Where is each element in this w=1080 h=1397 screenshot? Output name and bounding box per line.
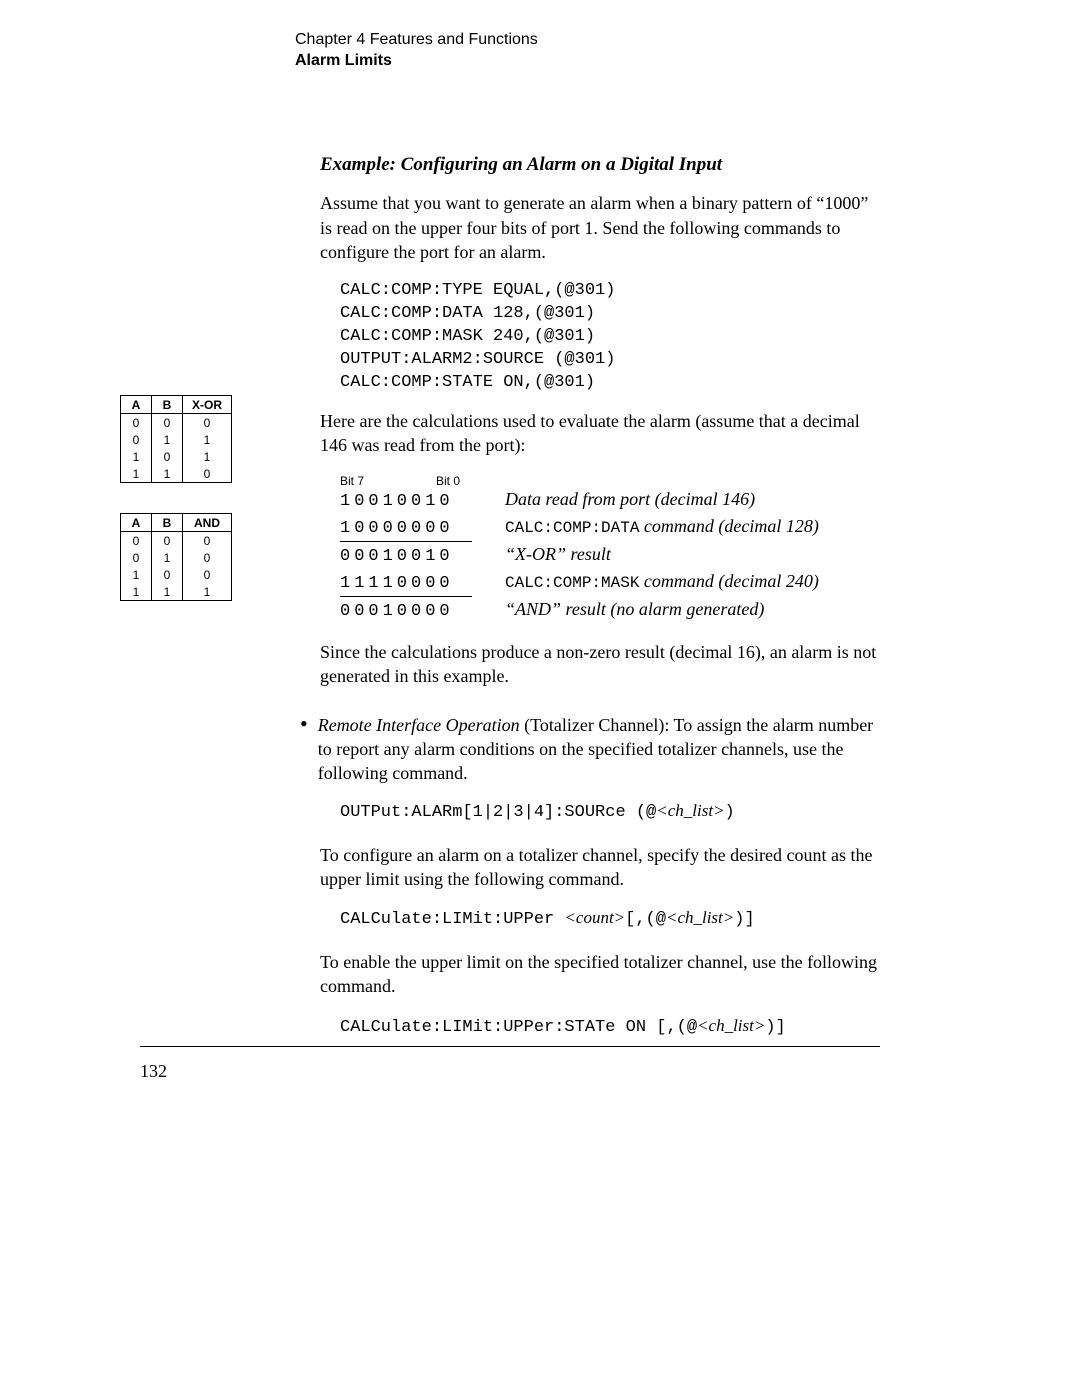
td: 0	[183, 414, 232, 432]
bit-row: 10010010 Data read from port (decimal 14…	[340, 487, 880, 514]
bit-row: 10000000 CALC:COMP:DATA command (decimal…	[340, 514, 880, 541]
bit-desc: “AND” result (no alarm generated)	[505, 597, 764, 621]
footer-rule	[140, 1046, 880, 1047]
example-title: Example: Configuring an Alarm on a Digit…	[320, 152, 880, 178]
calc-intro: Here are the calculations used to evalua…	[320, 409, 880, 458]
code-block-2: OUTPut:ALARm[1|2|3|4]:SOURce (@<ch_list>…	[340, 800, 880, 825]
td: 0	[121, 414, 152, 432]
td: 0	[183, 549, 232, 566]
code-post: )]	[734, 910, 754, 929]
and-table: A B AND 0 0 0 0 1 0 1 0 0 1 1 1	[120, 513, 232, 601]
bit-desc: CALC:COMP:MASK command (decimal 240)	[505, 569, 819, 595]
td: 0	[152, 566, 183, 583]
page: Chapter 4 Features and Functions Alarm L…	[0, 0, 1080, 1397]
code-arg: <ch_list>	[697, 1016, 765, 1035]
bits: 10000000	[340, 518, 505, 541]
bit-calculation: Bit 7 Bit 0 10010010 Data read from port…	[340, 473, 880, 624]
desc-text: command (decimal 128)	[639, 516, 818, 536]
bit0-label: Bit 0	[436, 473, 460, 489]
desc-text: command (decimal 240)	[639, 571, 818, 591]
td: 0	[183, 532, 232, 550]
code-pre: OUTPut:ALARm[1|2|3|4]:SOURce (@	[340, 803, 656, 822]
td: 1	[152, 465, 183, 483]
bits: 00010000	[340, 601, 505, 624]
code-pre: CALCulate:LIMit:UPPer	[340, 910, 564, 929]
td: 1	[121, 448, 152, 465]
td: 1	[152, 431, 183, 448]
page-header: Chapter 4 Features and Functions Alarm L…	[295, 30, 1020, 72]
code-block-3: CALCulate:LIMit:UPPer <count>[,(@<ch_lis…	[340, 907, 880, 932]
para-4: To enable the upper limit on the specifi…	[320, 950, 880, 999]
th: X-OR	[183, 396, 232, 414]
td: 1	[121, 465, 152, 483]
main-content: Example: Configuring an Alarm on a Digit…	[320, 152, 880, 1040]
code-post: )	[725, 803, 735, 822]
td: 1	[183, 583, 232, 601]
bit-labels: Bit 7 Bit 0	[340, 473, 880, 487]
bullet-dot-icon: •	[300, 713, 308, 786]
page-number: 132	[140, 1061, 167, 1082]
bits: 11110000	[340, 573, 505, 596]
chapter-line: Chapter 4 Features and Functions	[295, 30, 1020, 51]
td: 0	[121, 431, 152, 448]
th: B	[152, 396, 183, 414]
td: 1	[121, 583, 152, 601]
intro-paragraph: Assume that you want to generate an alar…	[320, 191, 880, 264]
bit-desc: Data read from port (decimal 146)	[505, 487, 755, 511]
bullet-lead: Remote Interface Operation	[318, 715, 520, 735]
td: 0	[121, 532, 152, 550]
td: 0	[152, 532, 183, 550]
cmd: CALC:COMP:MASK	[505, 574, 639, 592]
td: 0	[152, 414, 183, 432]
code-post: )]	[765, 1018, 785, 1037]
td: 0	[183, 566, 232, 583]
td: 0	[152, 448, 183, 465]
cmd: CALC:COMP:DATA	[505, 519, 639, 537]
bullet-text: Remote Interface Operation (Totalizer Ch…	[318, 713, 880, 786]
td: 1	[183, 431, 232, 448]
bit-row: 00010000 “AND” result (no alarm generate…	[340, 597, 880, 624]
code-block-4: CALCulate:LIMit:UPPer:STATe ON [,(@<ch_l…	[340, 1015, 880, 1040]
td: 1	[152, 583, 183, 601]
bit-row: 00010010 “X-OR” result	[340, 542, 880, 569]
code-arg: <ch_list>	[666, 908, 734, 927]
code-pre: CALCulate:LIMit:UPPer:STATe ON [,(@	[340, 1018, 697, 1037]
code-mid: [,(@	[625, 910, 666, 929]
th: AND	[183, 514, 232, 532]
td: 0	[121, 549, 152, 566]
xor-table: A B X-OR 0 0 0 0 1 1 1 0 1 1 1 0	[120, 395, 232, 483]
th: A	[121, 514, 152, 532]
truth-tables: A B X-OR 0 0 0 0 1 1 1 0 1 1 1 0	[120, 395, 232, 631]
code-arg: <ch_list>	[656, 801, 724, 820]
result-paragraph: Since the calculations produce a non-zer…	[320, 640, 880, 689]
bits: 10010010	[340, 491, 505, 514]
bit-row: 11110000 CALC:COMP:MASK command (decimal…	[340, 569, 880, 596]
section-line: Alarm Limits	[295, 51, 1020, 72]
td: 1	[183, 448, 232, 465]
td: 0	[183, 465, 232, 483]
bits: 00010010	[340, 546, 505, 569]
td: 1	[152, 549, 183, 566]
para-3: To configure an alarm on a totalizer cha…	[320, 843, 880, 892]
code-block-1: CALC:COMP:TYPE EQUAL,(@301) CALC:COMP:DA…	[340, 280, 880, 395]
bullet-item: • Remote Interface Operation (Totalizer …	[300, 713, 880, 786]
th: B	[152, 514, 183, 532]
bit-desc: “X-OR” result	[505, 542, 611, 566]
th: A	[121, 396, 152, 414]
bit-desc: CALC:COMP:DATA command (decimal 128)	[505, 514, 819, 540]
code-arg: <count>	[564, 908, 625, 927]
td: 1	[121, 566, 152, 583]
bit7-label: Bit 7	[340, 473, 364, 489]
